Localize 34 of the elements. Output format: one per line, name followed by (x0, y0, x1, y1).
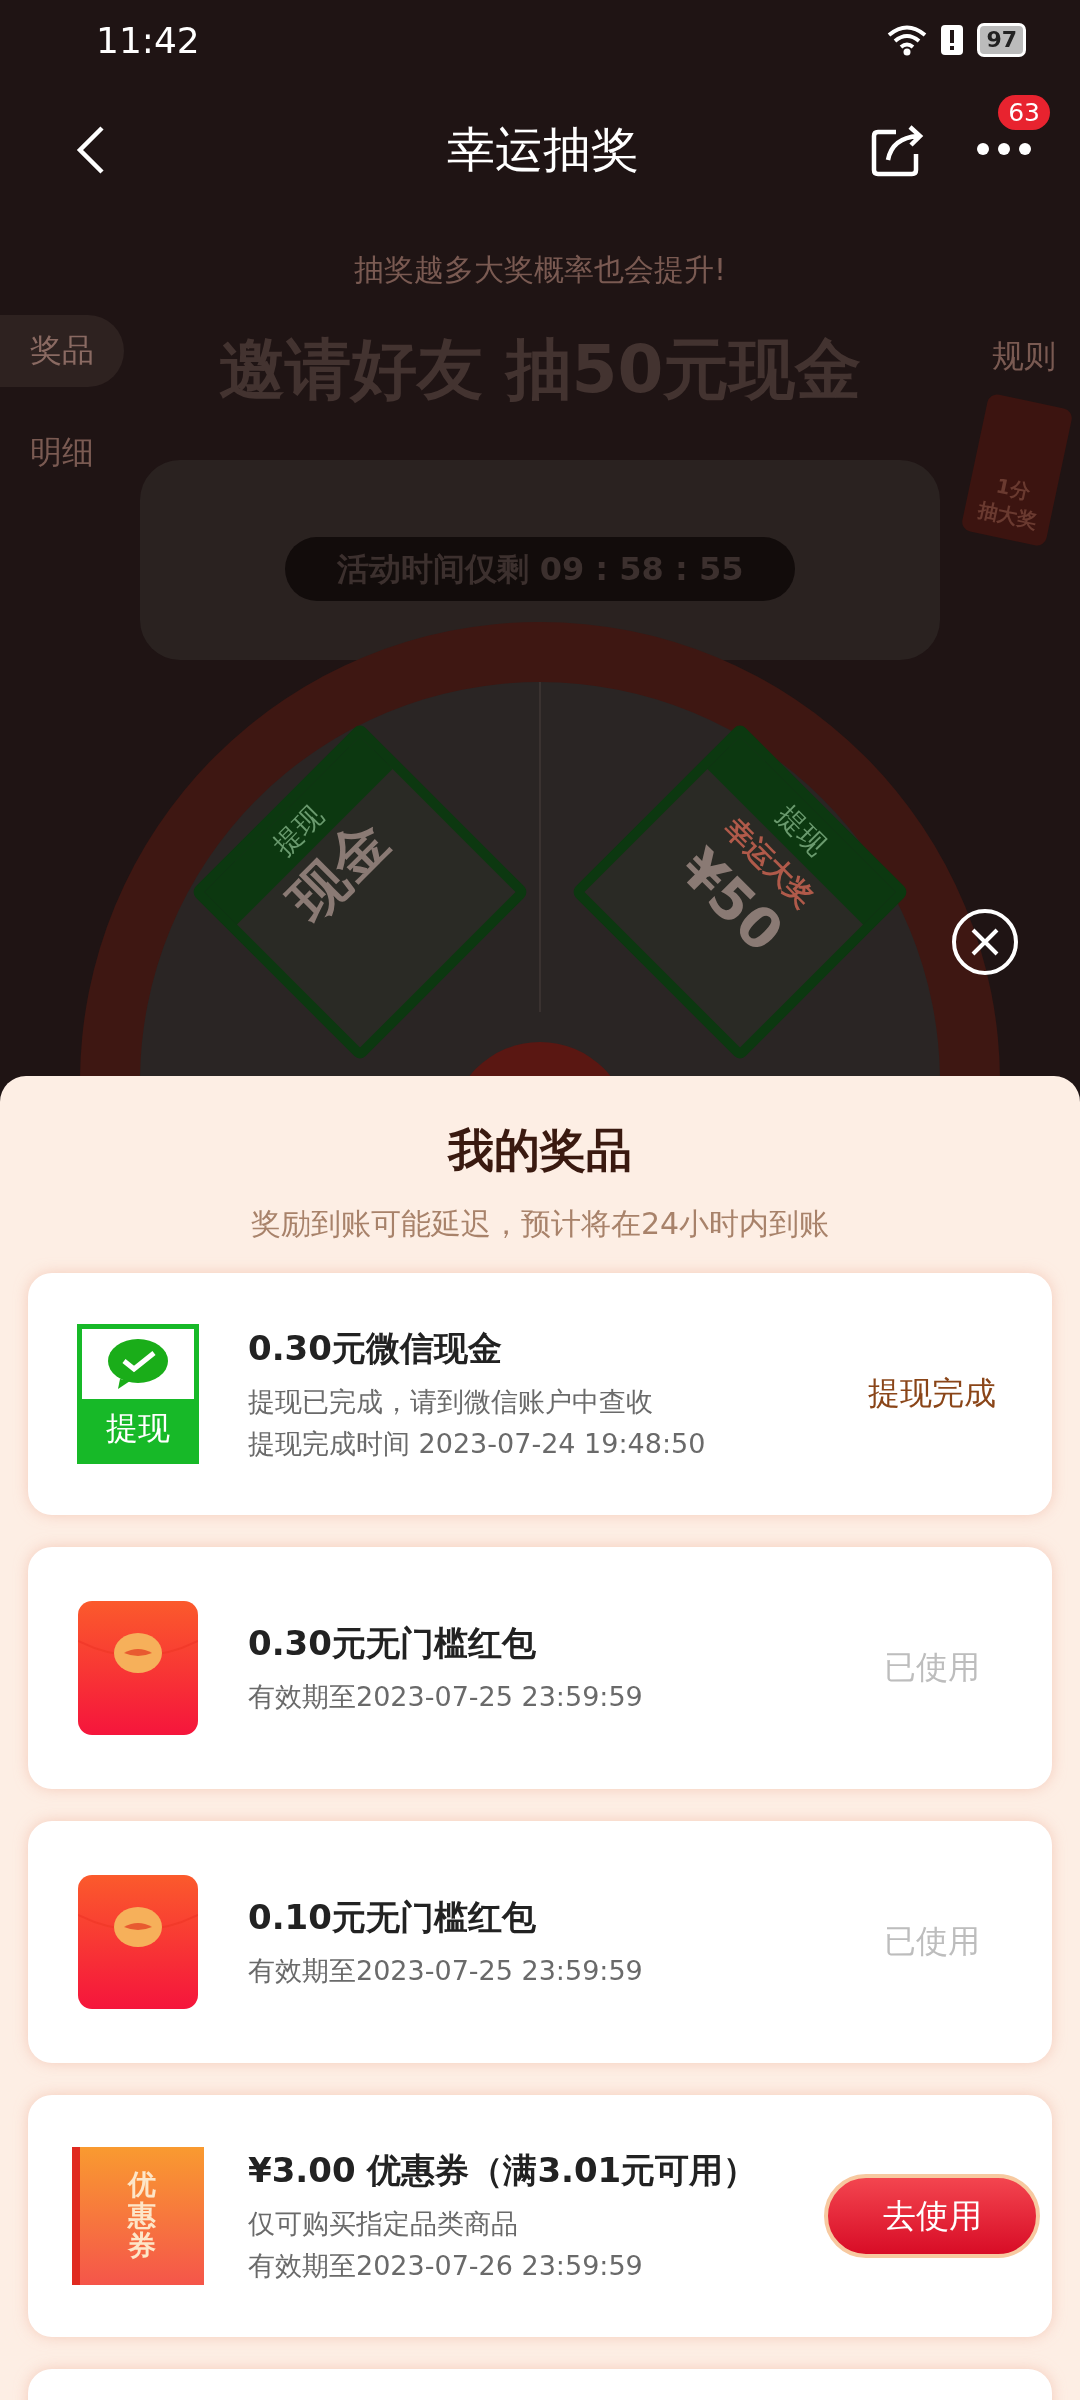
use-button[interactable]: 去使用 (824, 2174, 1040, 2258)
rules-link[interactable]: 规则 (992, 335, 1056, 379)
sheet-subtitle: 奖励到账可能延迟，预计将在24小时内到账 (249, 1205, 831, 1243)
prize-title: ¥3.00 优惠券（满3.01元可用） (248, 2149, 759, 2192)
prize-title: 0.10元无门槛红包 (248, 1896, 537, 1939)
notification-badge: 63 (998, 94, 1050, 130)
side-tab[interactable]: 奖品 (0, 315, 124, 387)
side-tab[interactable]: 明细 (0, 417, 124, 489)
wifi-icon (887, 24, 928, 56)
status-label: 提现完成 (868, 1373, 996, 1414)
back-icon[interactable] (76, 125, 106, 175)
sheet-title: 我的奖品 (446, 1122, 633, 1179)
prize-title: 0.30元无门槛红包 (248, 1622, 537, 1665)
envelope-icon (78, 1601, 198, 1735)
prize-detail: 提现完成时间 2023-07-24 19:48:50 (248, 1427, 707, 1461)
close-icon[interactable] (951, 908, 1019, 976)
prize-detail: 提现已完成，请到微信账户中查收 (248, 1385, 654, 1419)
prize-detail: 有效期至2023-07-26 23:59:59 (248, 2249, 644, 2283)
hint-text: 抽奖越多大奖概率也会提升! (354, 251, 726, 289)
prize-detail: 仅可购买指定品类商品 (248, 2207, 519, 2241)
page-title: 幸运抽奖 (446, 120, 640, 179)
battery-indicator: 97 (977, 23, 1026, 57)
more-icon[interactable] (976, 141, 1032, 156)
status-label: 已使用 (884, 1921, 980, 1962)
prize-detail: 有效期至2023-07-25 23:59:59 (248, 1954, 644, 1988)
envelope-icon (78, 1875, 198, 2009)
alert-icon (941, 25, 964, 55)
prize-title: 0.30元微信现金 (248, 1327, 503, 1370)
status-time: 11:42 (96, 19, 200, 61)
status-label: 已使用 (884, 1647, 980, 1688)
wechat-cash-icon: 提现 (77, 1324, 199, 1464)
prize-detail: 有效期至2023-07-25 23:59:59 (248, 1680, 644, 1714)
share-icon[interactable] (870, 122, 926, 178)
coupon-icon: 优惠券 (72, 2147, 204, 2285)
